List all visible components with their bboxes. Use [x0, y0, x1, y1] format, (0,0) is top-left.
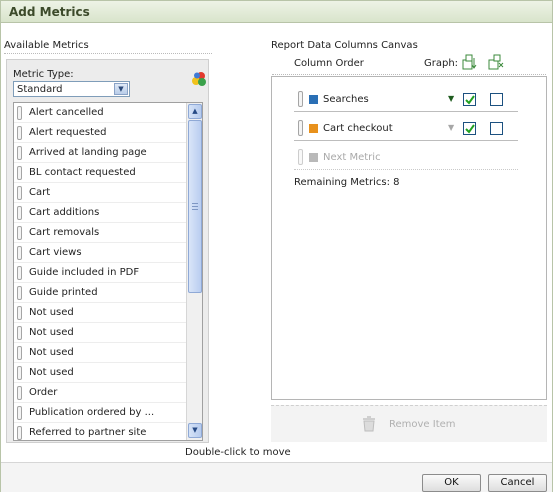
graph-checkbox[interactable]: [463, 93, 476, 106]
canvas-heading: Report Data Columns Canvas: [271, 40, 418, 51]
drag-handle[interactable]: [17, 406, 22, 420]
metric-list-item[interactable]: Arrived at landing page: [14, 143, 186, 163]
metric-list-item[interactable]: Publication ordered by ...: [14, 403, 186, 423]
scroll-down-button[interactable]: ▼: [188, 423, 202, 438]
metric-label: Order: [29, 387, 58, 398]
metric-list-item[interactable]: Not used: [14, 323, 186, 343]
metric-label: Guide printed: [29, 287, 98, 298]
double-click-hint: Double-click to move: [185, 447, 291, 458]
drag-handle[interactable]: [298, 91, 303, 107]
metric-list-item[interactable]: Order: [14, 383, 186, 403]
drag-handle[interactable]: [17, 366, 22, 380]
metric-label: Not used: [29, 307, 74, 318]
graph-checkbox[interactable]: [463, 122, 476, 135]
metric-label: Cart additions: [29, 207, 100, 218]
column-row[interactable]: Cart checkout ▼: [294, 116, 518, 140]
scroll-up-button[interactable]: ▲: [188, 104, 202, 119]
metric-list-item[interactable]: Not used: [14, 303, 186, 323]
metric-label: Cart: [29, 187, 51, 198]
column-order-label: Column Order: [294, 58, 364, 69]
drag-handle: [298, 149, 303, 165]
metric-label: Cart views: [29, 247, 82, 258]
available-metrics-panel: Metric Type: Standard ▼ Alert cancelled A…: [6, 59, 209, 443]
metric-list-item[interactable]: Alert requested: [14, 123, 186, 143]
drag-handle[interactable]: [17, 286, 22, 300]
drag-handle[interactable]: [17, 386, 22, 400]
title-bar: Add Metrics: [1, 1, 552, 23]
metric-list-item[interactable]: Referred to partner site: [14, 423, 186, 440]
metric-list-item[interactable]: Cart removals: [14, 223, 186, 243]
ok-button[interactable]: OK: [422, 474, 481, 492]
metric-label: Publication ordered by ...: [29, 407, 155, 418]
metric-list-item[interactable]: Guide printed: [14, 283, 186, 303]
next-metric-label: Next Metric: [323, 152, 381, 163]
available-metrics-heading: Available Metrics: [4, 40, 89, 51]
report-columns-canvas[interactable]: Searches ▼ Cart checkout ▼ Next Metric R…: [271, 74, 547, 400]
drag-handle[interactable]: [298, 120, 303, 136]
graph-label: Graph:: [424, 58, 459, 69]
chevron-down-icon[interactable]: ▼: [114, 83, 128, 95]
metric-list-item[interactable]: Cart additions: [14, 203, 186, 223]
add-metrics-dialog: Add Metrics Available Metrics Metric Typ…: [0, 0, 553, 492]
metric-label: Not used: [29, 327, 74, 338]
column-label: Searches: [323, 94, 369, 105]
column-label: Cart checkout: [323, 123, 393, 134]
dialog-footer: OK Cancel: [1, 462, 552, 492]
cancel-button[interactable]: Cancel: [488, 474, 547, 492]
drag-handle[interactable]: [17, 186, 22, 200]
remove-item-label: Remove Item: [389, 419, 456, 430]
metric-type-select[interactable]: Standard ▼: [13, 81, 130, 97]
drag-handle[interactable]: [17, 326, 22, 340]
metric-type-label: Metric Type:: [13, 69, 74, 80]
metric-label: Cart removals: [29, 227, 100, 238]
divider: [4, 53, 212, 54]
metric-list-item[interactable]: Not used: [14, 343, 186, 363]
drag-handle[interactable]: [17, 206, 22, 220]
drag-handle[interactable]: [17, 266, 22, 280]
drag-handle[interactable]: [17, 166, 22, 180]
list-scrollbar[interactable]: ▲ ▼: [186, 103, 202, 440]
metric-label: BL contact requested: [29, 167, 136, 178]
metrics-list[interactable]: Alert cancelled Alert requested Arrived at…: [13, 102, 203, 441]
color-swatch: [309, 124, 318, 133]
trash-icon: [363, 416, 375, 432]
scroll-thumb[interactable]: [188, 120, 202, 293]
metric-label: Alert requested: [29, 127, 107, 138]
remove-item-zone[interactable]: Remove Item: [271, 405, 547, 442]
graph-clear-all-icon[interactable]: [488, 54, 504, 70]
metric-list-item[interactable]: BL contact requested: [14, 163, 186, 183]
remaining-metrics: Remaining Metrics: 8: [294, 177, 400, 188]
secondary-checkbox[interactable]: [490, 122, 503, 135]
metric-type-value: Standard: [17, 84, 63, 95]
metric-list-item[interactable]: Cart: [14, 183, 186, 203]
column-row[interactable]: Searches ▼: [294, 87, 518, 111]
metric-list-item[interactable]: Not used: [14, 363, 186, 383]
metric-list-item[interactable]: Guide included in PDF: [14, 263, 186, 283]
drag-handle[interactable]: [17, 126, 22, 140]
metric-list-item[interactable]: Cart views: [14, 243, 186, 263]
drag-handle[interactable]: [17, 246, 22, 260]
metric-label: Referred to partner site: [29, 427, 147, 438]
color-swatch: [309, 153, 318, 162]
next-metric-slot: Next Metric: [294, 145, 518, 169]
metric-label: Not used: [29, 367, 74, 378]
color-swatch: [309, 95, 318, 104]
dialog-title: Add Metrics: [9, 5, 90, 19]
chevron-down-icon[interactable]: ▼: [448, 123, 454, 132]
metric-label: Guide included in PDF: [29, 267, 140, 278]
drag-handle[interactable]: [17, 106, 22, 120]
chevron-down-icon[interactable]: ▼: [448, 94, 454, 103]
drag-handle[interactable]: [17, 226, 22, 240]
graph-select-all-icon[interactable]: [462, 54, 478, 70]
metric-label: Arrived at landing page: [29, 147, 147, 158]
metric-label: Alert cancelled: [29, 107, 104, 118]
drag-handle[interactable]: [17, 346, 22, 360]
secondary-checkbox[interactable]: [490, 93, 503, 106]
drag-handle[interactable]: [17, 146, 22, 160]
metric-label: Not used: [29, 347, 74, 358]
metric-list-item[interactable]: Alert cancelled: [14, 103, 186, 123]
palette-icon[interactable]: [191, 71, 207, 87]
drag-handle[interactable]: [17, 306, 22, 320]
drag-handle[interactable]: [17, 426, 22, 440]
